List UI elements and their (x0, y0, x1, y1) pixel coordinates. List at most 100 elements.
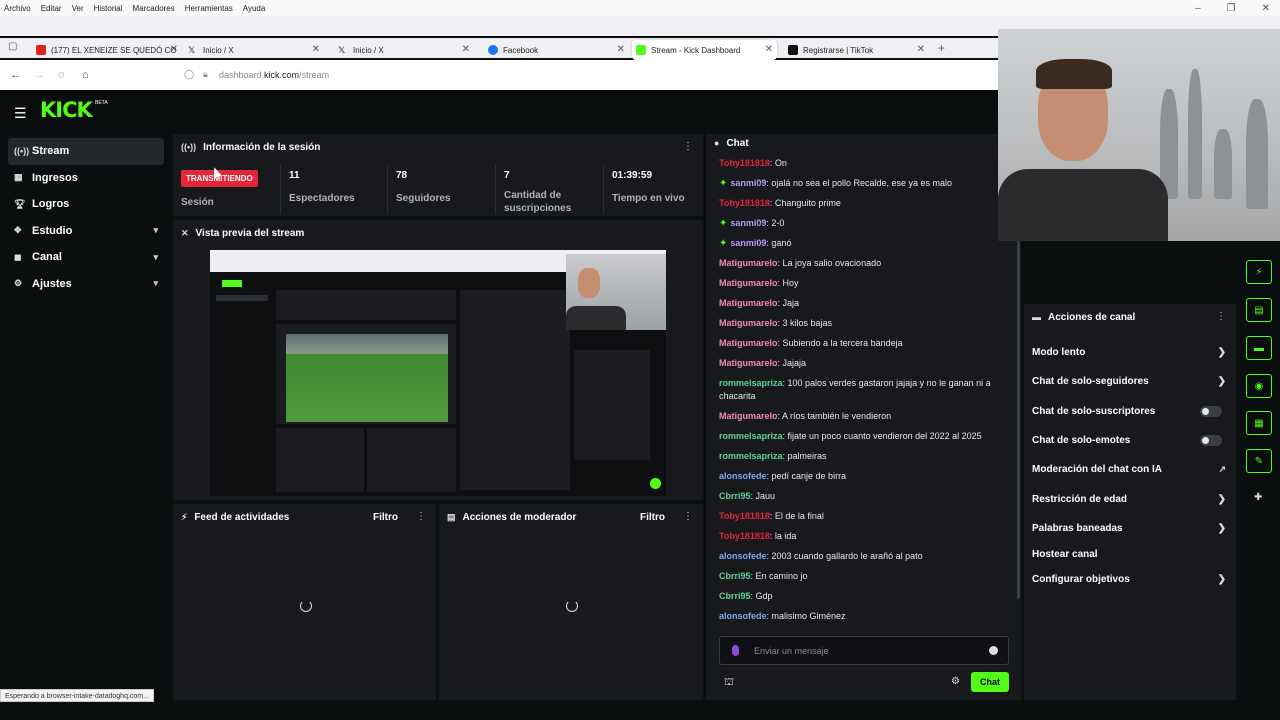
chat-username[interactable]: Matigumarelo (719, 258, 778, 268)
new-tab-icon[interactable]: + (938, 41, 945, 55)
sidebar-item-ajustes[interactable]: ⚙ Ajustes ▾ (8, 271, 164, 298)
chat-username[interactable]: rommelsapriza (719, 431, 783, 441)
stream-preview-video[interactable] (210, 250, 666, 496)
chat-username[interactable]: Matigumarelo (719, 318, 778, 328)
close-tab-icon[interactable]: ✕ (917, 44, 925, 55)
store-icon[interactable]: ⛫ (724, 676, 734, 690)
menu-historial[interactable]: Historial (94, 4, 123, 13)
menu-archivo[interactable]: Archivo (4, 4, 31, 13)
more-options-icon[interactable]: ⋮ (683, 141, 693, 152)
back-icon[interactable]: ← (10, 69, 21, 81)
action-banned-words[interactable]: Palabras baneadas ❯ (1032, 519, 1228, 537)
chat-username[interactable]: alonsofede (719, 611, 767, 621)
emoji-icon[interactable] (989, 646, 998, 655)
tab-x-2[interactable]: 𝕏 Inicio / X ✕ (334, 40, 474, 60)
tab-kick-dashboard[interactable]: Stream - Kick Dashboard ✕ (632, 40, 777, 60)
action-age-restriction[interactable]: Restricción de edad ❯ (1032, 490, 1228, 508)
chat-username[interactable]: Toby181818 (719, 158, 770, 168)
panel-title: Información de la sesión (203, 141, 321, 153)
gear-icon[interactable]: ⚙ (951, 676, 960, 687)
chat-username[interactable]: Matigumarelo (719, 411, 778, 421)
subscribers-only-toggle[interactable] (1200, 405, 1222, 417)
send-chat-button[interactable]: Chat (971, 672, 1009, 692)
chat-username[interactable]: Matigumarelo (719, 338, 778, 348)
broadcast-icon[interactable]: ◉ (1246, 374, 1272, 398)
stat-value: 11 (289, 170, 300, 181)
chat-input[interactable]: Enviar un mensaje (719, 636, 1009, 665)
more-options-icon[interactable]: ⋮ (416, 511, 426, 522)
tab-facebook[interactable]: Facebook ✕ (484, 40, 629, 60)
loading-icon[interactable]: ◌ (58, 69, 65, 81)
action-slow-mode[interactable]: Modo lento ❯ (1032, 343, 1228, 361)
close-tab-icon[interactable]: ✕ (617, 44, 625, 55)
shield-icon[interactable]: ◯ (184, 69, 194, 80)
wrench-icon[interactable]: ✎ (1246, 449, 1272, 473)
chat-bubble-icon[interactable]: ▬ (1246, 336, 1272, 360)
chat-username[interactable]: Toby181818 (719, 511, 770, 521)
minimize-icon[interactable]: – (1195, 3, 1201, 14)
sidebar-item-canal[interactable]: ◼ Canal ▾ (8, 244, 164, 271)
tab-x-1[interactable]: 𝕏 Inicio / X ✕ (184, 40, 324, 60)
tab-list-icon[interactable]: ▢ (8, 41, 17, 52)
action-host-channel[interactable]: Hostear canal (1032, 545, 1228, 563)
chat-username[interactable]: Matigumarelo (719, 278, 778, 288)
action-set-goals[interactable]: Configurar objetivos ❯ (1032, 570, 1228, 588)
menu-ver[interactable]: Ver (72, 4, 84, 13)
chat-username[interactable]: Cbrri95 (719, 571, 751, 581)
close-tab-icon[interactable]: ✕ (312, 44, 320, 55)
forward-icon[interactable]: → (34, 69, 45, 81)
add-widget-icon[interactable]: ✚ (1254, 492, 1262, 503)
sidebar-item-estudio[interactable]: ✥ Estudio ▾ (8, 218, 164, 245)
close-tab-icon[interactable]: ✕ (170, 44, 178, 55)
chat-username[interactable]: rommelsapriza (719, 378, 783, 388)
tab-youtube[interactable]: (177) EL XENEIZE SE QUEDÓ CO ✕ (32, 40, 182, 60)
close-tab-icon[interactable]: ✕ (462, 44, 470, 55)
tiktok-icon (788, 45, 798, 55)
menu-marcadores[interactable]: Marcadores (133, 4, 175, 13)
menu-editar[interactable]: Editar (41, 4, 62, 13)
chat-username[interactable]: Cbrri95 (719, 491, 751, 501)
bolt-icon[interactable]: ⚡︎ (1246, 260, 1272, 284)
tab-tiktok[interactable]: Registrarse | TikTok ✕ (784, 40, 929, 60)
chat-username[interactable]: alonsofede (719, 551, 767, 561)
close-preview-icon[interactable]: ✕ (181, 228, 189, 239)
url-domain: kick.com (264, 70, 300, 80)
more-options-icon[interactable]: ⋮ (683, 511, 693, 522)
microphone-icon[interactable] (732, 645, 739, 656)
preview-sidebar-item (216, 295, 268, 301)
sidebar-item-logros[interactable]: 🏆︎ Logros (8, 191, 164, 218)
sidebar-item-ingresos[interactable]: ▦ Ingresos (8, 165, 164, 192)
calendar-icon[interactable]: ▦ (1246, 411, 1272, 435)
lock-icon[interactable]: 🔒︎ (203, 69, 208, 80)
more-options-icon[interactable]: ⋮ (1216, 311, 1226, 322)
chat-username[interactable]: sanmi09 (730, 238, 766, 248)
sidebar-item-stream[interactable]: ((•)) Stream (8, 138, 164, 165)
restore-icon[interactable]: ❐ (1227, 3, 1236, 14)
chat-username[interactable]: alonsofede (719, 471, 767, 481)
kick-logo[interactable]: KICK (40, 98, 93, 122)
chat-username[interactable]: sanmi09 (730, 178, 766, 188)
chat-username[interactable]: rommelsapriza (719, 451, 783, 461)
filter-button[interactable]: Filtro (373, 512, 398, 523)
chat-username[interactable]: Matigumarelo (719, 298, 778, 308)
close-window-icon[interactable]: ✕ (1262, 3, 1270, 14)
document-icon[interactable]: ▤ (1246, 298, 1272, 322)
emotes-only-toggle[interactable] (1200, 434, 1222, 446)
address-bar[interactable]: dashboard.kick.com/stream (219, 70, 329, 80)
menu-herramientas[interactable]: Herramientas (185, 4, 233, 13)
filter-button[interactable]: Filtro (640, 512, 665, 523)
menu-ayuda[interactable]: Ayuda (243, 4, 266, 13)
chat-username[interactable]: sanmi09 (730, 218, 766, 228)
chat-username[interactable]: Cbrri95 (719, 591, 751, 601)
settings-icon: ⚙ (14, 278, 23, 289)
home-icon[interactable]: ⌂ (82, 69, 89, 81)
action-ai-moderation[interactable]: Moderación del chat con IA ↗ (1032, 460, 1228, 478)
chat-username[interactable]: Matigumarelo (719, 358, 778, 368)
tab-label: (177) EL XENEIZE SE QUEDÓ CO (51, 45, 177, 55)
close-tab-icon[interactable]: ✕ (765, 44, 773, 55)
chat-username[interactable]: Toby181818 (719, 531, 770, 541)
hamburger-menu-icon[interactable]: ☰ (14, 105, 28, 122)
chat-username[interactable]: Toby181818 (719, 198, 770, 208)
preview-football-match (286, 334, 448, 422)
action-followers-only[interactable]: Chat de solo-seguidores ❯ (1032, 372, 1228, 390)
